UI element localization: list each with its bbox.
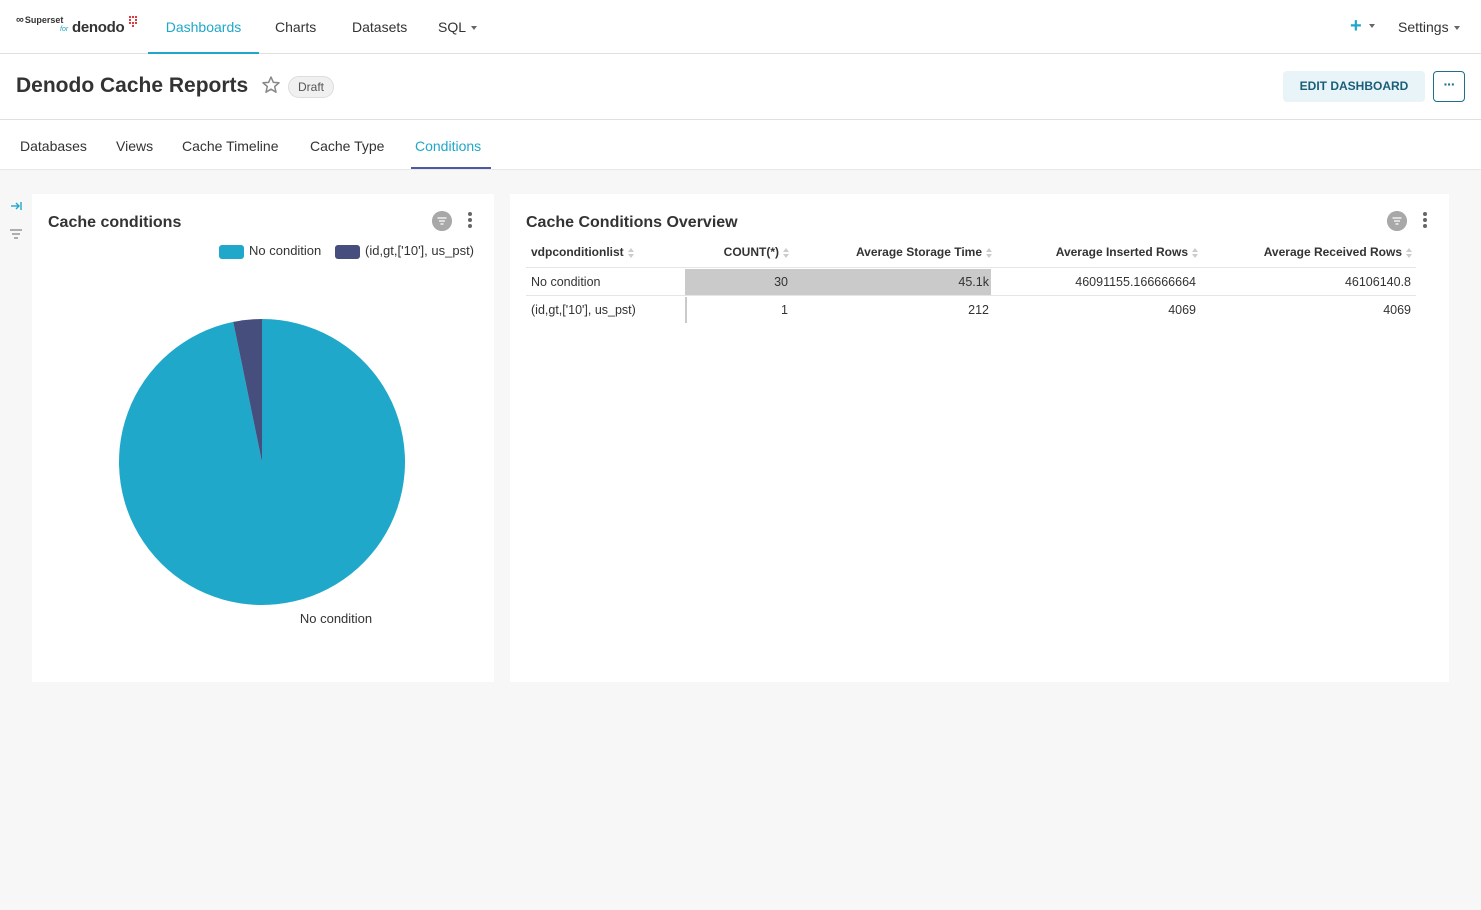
- tab-conditions[interactable]: Conditions: [415, 120, 481, 170]
- tab-databases[interactable]: Databases: [20, 120, 87, 170]
- top-navbar: ∞ Superset for denodo Dashboards Charts D…: [0, 0, 1481, 54]
- table-cell: 1: [781, 303, 788, 317]
- dashboard-tabs: Databases Views Cache Timeline Cache Typ…: [0, 120, 1481, 170]
- logo-denodo-text: denodo: [72, 19, 125, 36]
- denodo-dots-icon: [128, 15, 138, 27]
- chevron-down-icon: [471, 26, 478, 31]
- table-cell: 46106140.8: [1344, 275, 1411, 289]
- filter-icon[interactable]: [1387, 211, 1407, 231]
- pie-slice-label: No condition: [300, 611, 372, 626]
- table-cell: (id,gt,['10'], us_pst): [531, 303, 636, 317]
- expand-filter-panel-icon[interactable]: [9, 199, 23, 213]
- logo-for-text: for: [60, 26, 69, 33]
- edit-dashboard-button[interactable]: EDIT DASHBOARD: [1283, 71, 1425, 102]
- table-row[interactable]: No condition 30 45.1k 46091155.166666664…: [526, 267, 1416, 295]
- pie-slice-0[interactable]: [119, 319, 406, 605]
- nav-dashboards[interactable]: Dashboards: [148, 0, 259, 54]
- column-header-vdpconditionlist[interactable]: vdpconditionlist: [531, 245, 634, 259]
- sort-icon[interactable]: [986, 247, 992, 258]
- count-bar: [685, 297, 687, 323]
- superset-denodo-logo[interactable]: ∞ Superset for denodo: [16, 14, 140, 38]
- cache-conditions-overview-panel: Cache Conditions Overview vdpconditionli…: [510, 194, 1449, 682]
- dashboard-header: Denodo Cache Reports Draft EDIT DASHBOAR…: [0, 54, 1481, 120]
- tab-cache-type[interactable]: Cache Type: [310, 120, 384, 170]
- chevron-down-icon[interactable]: [1369, 24, 1375, 28]
- plus-icon[interactable]: +: [1350, 16, 1362, 36]
- nav-sql[interactable]: SQL: [438, 0, 478, 54]
- sort-icon[interactable]: [1192, 247, 1198, 258]
- tab-cache-timeline[interactable]: Cache Timeline: [182, 120, 279, 170]
- column-header-count[interactable]: COUNT(*): [724, 245, 789, 259]
- nav-charts[interactable]: Charts: [275, 0, 316, 54]
- table-cell: 4069: [1168, 303, 1196, 317]
- pie-chart: No condition: [119, 319, 406, 626]
- sort-icon[interactable]: [783, 247, 789, 258]
- logo-superset-text: ∞ Superset: [16, 14, 64, 26]
- column-header-average-storage-time[interactable]: Average Storage Time: [856, 245, 992, 259]
- filter-icon[interactable]: [9, 227, 23, 241]
- nav-settings[interactable]: Settings: [1398, 0, 1460, 54]
- table-cell: 30: [774, 275, 788, 289]
- more-options-button[interactable]: ···: [1433, 71, 1465, 102]
- nav-datasets[interactable]: Datasets: [352, 0, 407, 54]
- table-title: Cache Conditions Overview: [526, 214, 738, 231]
- cache-conditions-chart-panel: Cache conditions No condition (id,gt,['1…: [32, 194, 494, 682]
- tab-views[interactable]: Views: [116, 120, 153, 170]
- page-title: Denodo Cache Reports: [16, 74, 249, 97]
- table-row[interactable]: (id,gt,['10'], us_pst) 1 212 4069 4069: [526, 295, 1416, 323]
- active-tab-indicator: [411, 167, 491, 169]
- sort-icon[interactable]: [1406, 247, 1412, 258]
- table-cell: 45.1k: [958, 275, 989, 289]
- table-cell: No condition: [531, 275, 601, 289]
- table-cell: 46091155.166666664: [1075, 275, 1196, 289]
- table-cell: 212: [968, 303, 989, 317]
- column-header-average-inserted-rows[interactable]: Average Inserted Rows: [1056, 245, 1198, 259]
- chevron-down-icon: [1453, 26, 1460, 31]
- status-badge[interactable]: Draft: [288, 76, 335, 98]
- star-icon[interactable]: [261, 75, 281, 95]
- sort-icon[interactable]: [627, 247, 634, 258]
- column-header-average-received-rows[interactable]: Average Received Rows: [1264, 245, 1412, 259]
- table-menu-icon[interactable]: [1423, 212, 1427, 230]
- table-cell: 4069: [1383, 303, 1411, 317]
